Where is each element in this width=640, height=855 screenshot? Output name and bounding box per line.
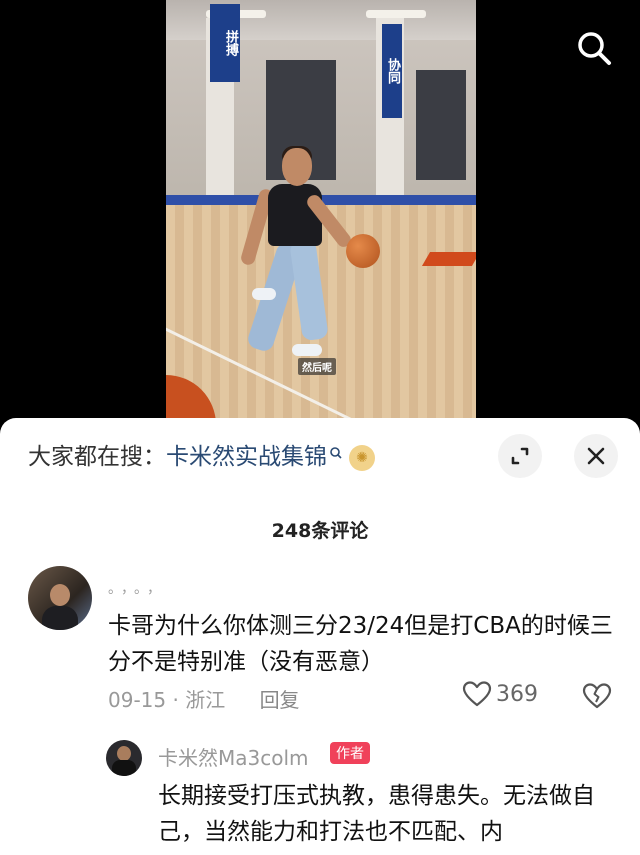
banner-right: 协同 bbox=[382, 24, 402, 118]
player-shoe bbox=[292, 344, 322, 356]
broken-heart-icon bbox=[582, 683, 612, 709]
video-subtitle: 然后呢 bbox=[298, 358, 336, 375]
avatar-body bbox=[42, 606, 78, 630]
avatar[interactable] bbox=[106, 740, 142, 776]
avatar-face bbox=[117, 746, 131, 761]
basketball bbox=[346, 234, 380, 268]
comment-panel: 大家都在搜：卡米然实战集锦 ✺ 248条评论 。，。， 卡哥为什么你体测三分23/… bbox=[0, 418, 640, 855]
court-logo bbox=[421, 252, 476, 266]
player-head bbox=[282, 148, 312, 186]
banner-left: 拼搏 bbox=[210, 4, 240, 82]
close-icon bbox=[587, 447, 605, 465]
author-badge: 作者 bbox=[330, 742, 370, 764]
search-suggestion[interactable]: 大家都在搜：卡米然实战集锦 ✺ bbox=[28, 440, 375, 474]
search-button[interactable] bbox=[572, 26, 616, 70]
comment-text[interactable]: 卡哥为什么你体测三分23/24但是打CBA的时候三分不是特别准（没有恶意） bbox=[108, 608, 618, 680]
hot-icon: ✺ bbox=[349, 444, 375, 471]
video-player[interactable]: 拼搏 协同 然后呢 bbox=[0, 0, 640, 420]
comment-location: 浙江 bbox=[185, 688, 226, 712]
reply-text[interactable]: 长期接受打压式执教，患得患失。无法做自己，当然能力和打法也不匹配、内 bbox=[158, 778, 620, 850]
like-count: 369 bbox=[496, 681, 538, 707]
comment-count: 248条评论 bbox=[271, 520, 369, 542]
comment-date: 09-15 bbox=[108, 688, 167, 712]
comment-username[interactable]: 。，。， bbox=[108, 578, 167, 598]
close-button[interactable] bbox=[574, 434, 618, 478]
avatar-body bbox=[112, 760, 136, 776]
dislike-button[interactable] bbox=[582, 682, 612, 714]
expand-icon bbox=[511, 447, 529, 465]
reply-username[interactable]: 卡米然Ma3colm bbox=[158, 742, 309, 771]
search-suggestion-prefix: 大家都在搜： bbox=[28, 444, 166, 470]
meta-separator: · bbox=[172, 688, 179, 712]
player-leg bbox=[289, 238, 329, 342]
video-frame[interactable]: 拼搏 协同 然后呢 bbox=[166, 0, 476, 420]
player-torso bbox=[268, 184, 322, 246]
search-icon bbox=[329, 440, 343, 474]
player bbox=[239, 146, 392, 368]
player-shoe bbox=[252, 288, 276, 300]
arena-window bbox=[416, 70, 466, 180]
like-button[interactable]: 369 bbox=[462, 680, 538, 708]
avatar-face bbox=[50, 584, 70, 606]
search-icon bbox=[578, 32, 611, 65]
heart-icon bbox=[462, 681, 492, 707]
comment-meta: 09-15 · 浙江 回复 bbox=[108, 684, 300, 713]
ceiling-light bbox=[366, 10, 426, 18]
search-suggestion-query[interactable]: 卡米然实战集锦 bbox=[166, 444, 327, 470]
expand-button[interactable] bbox=[498, 434, 542, 478]
avatar[interactable] bbox=[28, 566, 92, 630]
reply-button[interactable]: 回复 bbox=[260, 688, 300, 712]
